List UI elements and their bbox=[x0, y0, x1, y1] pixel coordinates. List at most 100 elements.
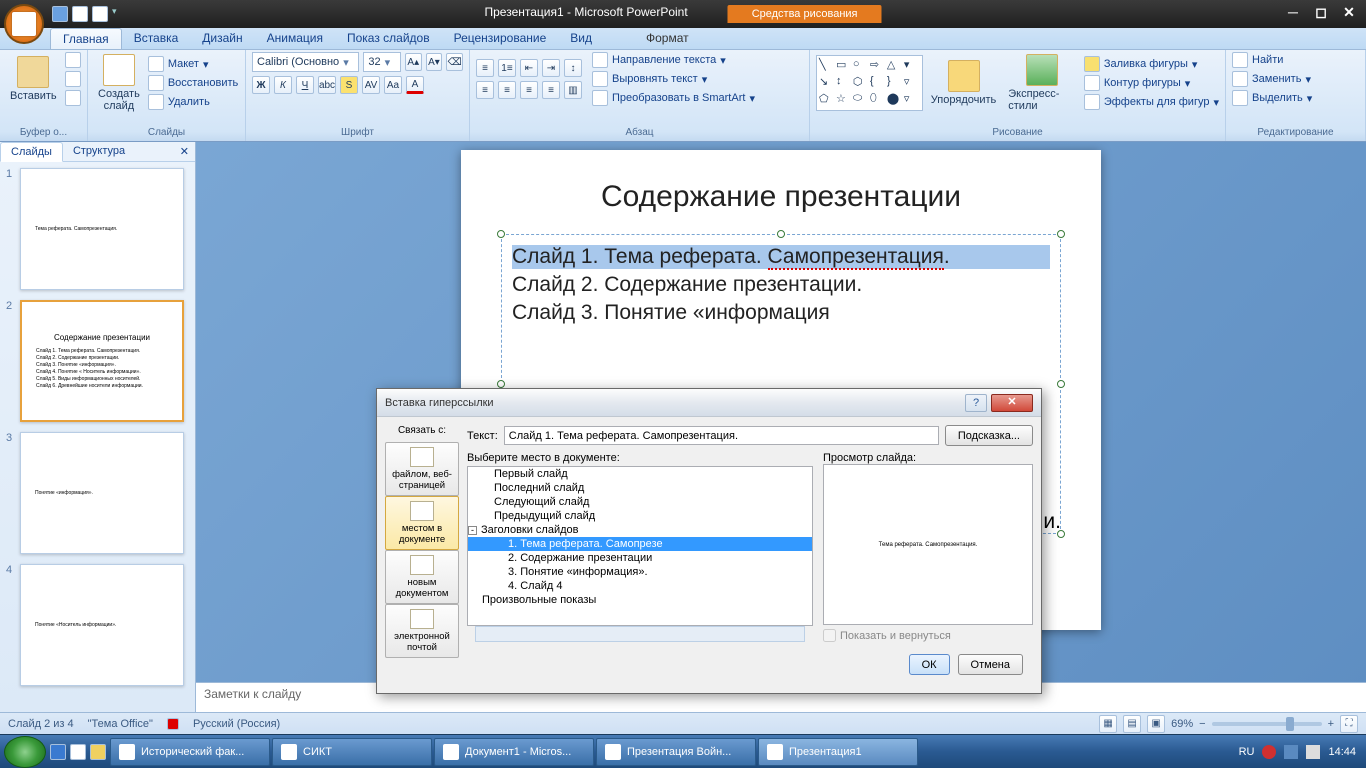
text-direction-button[interactable]: Направление текста ▾ bbox=[592, 52, 755, 68]
tree-expander-icon[interactable]: - bbox=[468, 526, 477, 535]
font-name-select[interactable]: Calibri (Основно▾ bbox=[252, 52, 359, 72]
taskbar-item[interactable]: Презентация Войн... bbox=[596, 738, 756, 766]
display-text-input[interactable] bbox=[504, 426, 939, 445]
dialog-titlebar[interactable]: Вставка гиперссылки ? ✕ bbox=[377, 389, 1041, 417]
tree-node[interactable]: 1. Тема реферата. Самопрезе bbox=[468, 537, 812, 551]
tree-node[interactable]: Произвольные показы bbox=[468, 593, 812, 607]
ok-button[interactable]: ОК bbox=[909, 654, 950, 675]
dialog-close-button[interactable]: ✕ bbox=[991, 394, 1033, 412]
shape-more-icon[interactable]: ▾ bbox=[904, 58, 920, 74]
fit-window-button[interactable]: ⛶ bbox=[1340, 715, 1358, 733]
shadow-button[interactable]: S bbox=[340, 76, 358, 94]
shrink-font-icon[interactable]: A▾ bbox=[426, 53, 443, 71]
minimize-button[interactable]: ─ bbox=[1282, 4, 1304, 20]
tab-view[interactable]: Вид bbox=[558, 28, 604, 49]
maximize-button[interactable]: ◻ bbox=[1310, 4, 1332, 20]
qat-dropdown-icon[interactable]: ▾ bbox=[112, 6, 128, 22]
undo-icon[interactable] bbox=[72, 6, 88, 22]
sorter-view-button[interactable]: ▤ bbox=[1123, 715, 1141, 733]
tree-node[interactable]: 3. Понятие «информация». bbox=[468, 565, 812, 579]
zoom-value[interactable]: 69% bbox=[1171, 718, 1193, 730]
reset-button[interactable]: Восстановить bbox=[148, 75, 238, 91]
shape-line-icon[interactable]: ╲ bbox=[819, 58, 835, 74]
quick-launch-ie-icon[interactable] bbox=[50, 744, 66, 760]
close-button[interactable]: ✕ bbox=[1338, 4, 1360, 20]
italic-button[interactable]: К bbox=[274, 76, 292, 94]
shape-effects-button[interactable]: Эффекты для фигур ▾ bbox=[1084, 94, 1219, 110]
shapes-gallery[interactable]: ╲▭○⇨△▾ ↘↕⬡{}▿ ⬠☆⬭⬯⬤▿ bbox=[816, 55, 923, 111]
tray-network-icon[interactable] bbox=[1284, 745, 1298, 759]
align-center-button[interactable]: ≡ bbox=[498, 81, 516, 99]
underline-button[interactable]: Ч bbox=[296, 76, 314, 94]
quick-launch-explorer-icon[interactable] bbox=[90, 744, 106, 760]
slide-thumbnail[interactable]: Понятие «информация». bbox=[20, 432, 184, 554]
slide-thumbnail[interactable]: Понятие «Носитель информации». bbox=[20, 564, 184, 686]
delete-button[interactable]: Удалить bbox=[148, 94, 238, 110]
layout-button[interactable]: Макет ▾ bbox=[148, 56, 238, 72]
indent-inc-button[interactable]: ⇥ bbox=[542, 59, 560, 77]
tree-node[interactable]: 4. Слайд 4 bbox=[468, 579, 812, 593]
link-target-button[interactable]: местом в документе bbox=[385, 496, 459, 550]
slide-thumbnail[interactable]: Содержание презентации Слайд 1. Тема реф… bbox=[20, 300, 184, 422]
find-button[interactable]: Найти bbox=[1232, 52, 1359, 68]
tree-node[interactable]: 2. Содержание презентации bbox=[468, 551, 812, 565]
link-target-button[interactable]: новым документом bbox=[385, 550, 459, 604]
slide-title[interactable]: Содержание презентации bbox=[501, 180, 1061, 214]
taskbar-item[interactable]: Документ1 - Micros... bbox=[434, 738, 594, 766]
char-spacing-button[interactable]: AV bbox=[362, 76, 380, 94]
cut-icon[interactable] bbox=[65, 52, 81, 68]
shape-triangle-icon[interactable]: △ bbox=[887, 58, 903, 74]
dialog-help-button[interactable]: ? bbox=[965, 394, 987, 412]
format-painter-icon[interactable] bbox=[65, 90, 81, 106]
tree-node[interactable]: Следующий слайд bbox=[468, 495, 812, 509]
font-color-button[interactable]: A bbox=[406, 76, 424, 94]
change-case-button[interactable]: Aa bbox=[384, 76, 402, 94]
tray-clock[interactable]: 14:44 bbox=[1328, 746, 1356, 758]
normal-view-button[interactable]: ▦ bbox=[1099, 715, 1117, 733]
select-button[interactable]: Выделить ▾ bbox=[1232, 90, 1359, 106]
cancel-button[interactable]: Отмена bbox=[958, 654, 1023, 675]
taskbar-item[interactable]: Презентация1 bbox=[758, 738, 918, 766]
paste-button[interactable]: Вставить bbox=[6, 54, 61, 104]
office-button[interactable] bbox=[4, 4, 44, 44]
new-slide-button[interactable]: Создать слайд bbox=[94, 52, 144, 114]
tab-animation[interactable]: Анимация bbox=[255, 28, 335, 49]
tree-node[interactable]: Последний слайд bbox=[468, 481, 812, 495]
taskbar-item[interactable]: СИКТ bbox=[272, 738, 432, 766]
arrange-button[interactable]: Упорядочить bbox=[927, 58, 1000, 108]
align-right-button[interactable]: ≡ bbox=[520, 81, 538, 99]
place-tree[interactable]: Первый слайдПоследний слайдСледующий сла… bbox=[467, 466, 813, 626]
numbering-button[interactable]: 1≡ bbox=[498, 59, 516, 77]
save-icon[interactable] bbox=[52, 6, 68, 22]
quick-styles-button[interactable]: Экспресс-стили bbox=[1004, 52, 1080, 114]
tree-node[interactable]: Предыдущий слайд bbox=[468, 509, 812, 523]
line-spacing-button[interactable]: ↕ bbox=[564, 59, 582, 77]
tab-outline[interactable]: Структура bbox=[63, 142, 135, 161]
copy-icon[interactable] bbox=[65, 71, 81, 87]
start-button[interactable] bbox=[4, 736, 46, 768]
slideshow-view-button[interactable]: ▣ bbox=[1147, 715, 1165, 733]
tab-insert[interactable]: Вставка bbox=[122, 28, 191, 49]
tree-node[interactable]: Первый слайд bbox=[468, 467, 812, 481]
zoom-in-button[interactable]: + bbox=[1328, 718, 1334, 730]
quick-launch-desktop-icon[interactable] bbox=[70, 744, 86, 760]
link-target-button[interactable]: файлом, веб- страницей bbox=[385, 442, 459, 496]
tab-design[interactable]: Дизайн bbox=[190, 28, 254, 49]
indent-dec-button[interactable]: ⇤ bbox=[520, 59, 538, 77]
tab-format[interactable]: Формат bbox=[634, 28, 701, 49]
grow-font-icon[interactable]: A▴ bbox=[405, 53, 422, 71]
align-left-button[interactable]: ≡ bbox=[476, 81, 494, 99]
tray-opera-icon[interactable] bbox=[1262, 745, 1276, 759]
bold-button[interactable]: Ж bbox=[252, 76, 270, 94]
tab-slides[interactable]: Слайды bbox=[0, 142, 63, 162]
content-line[interactable]: Слайд 3. Понятие «информация bbox=[512, 301, 1050, 325]
bullets-button[interactable]: ≡ bbox=[476, 59, 494, 77]
shape-fill-button[interactable]: Заливка фигуры ▾ bbox=[1084, 56, 1219, 72]
shape-outline-button[interactable]: Контур фигуры ▾ bbox=[1084, 75, 1219, 91]
shape-rect-icon[interactable]: ▭ bbox=[836, 58, 852, 74]
tree-node[interactable]: -Заголовки слайдов bbox=[468, 523, 812, 537]
font-size-select[interactable]: 32▾ bbox=[363, 52, 401, 72]
zoom-slider[interactable] bbox=[1212, 722, 1322, 726]
tree-hscroll[interactable] bbox=[475, 626, 805, 642]
tray-volume-icon[interactable] bbox=[1306, 745, 1320, 759]
